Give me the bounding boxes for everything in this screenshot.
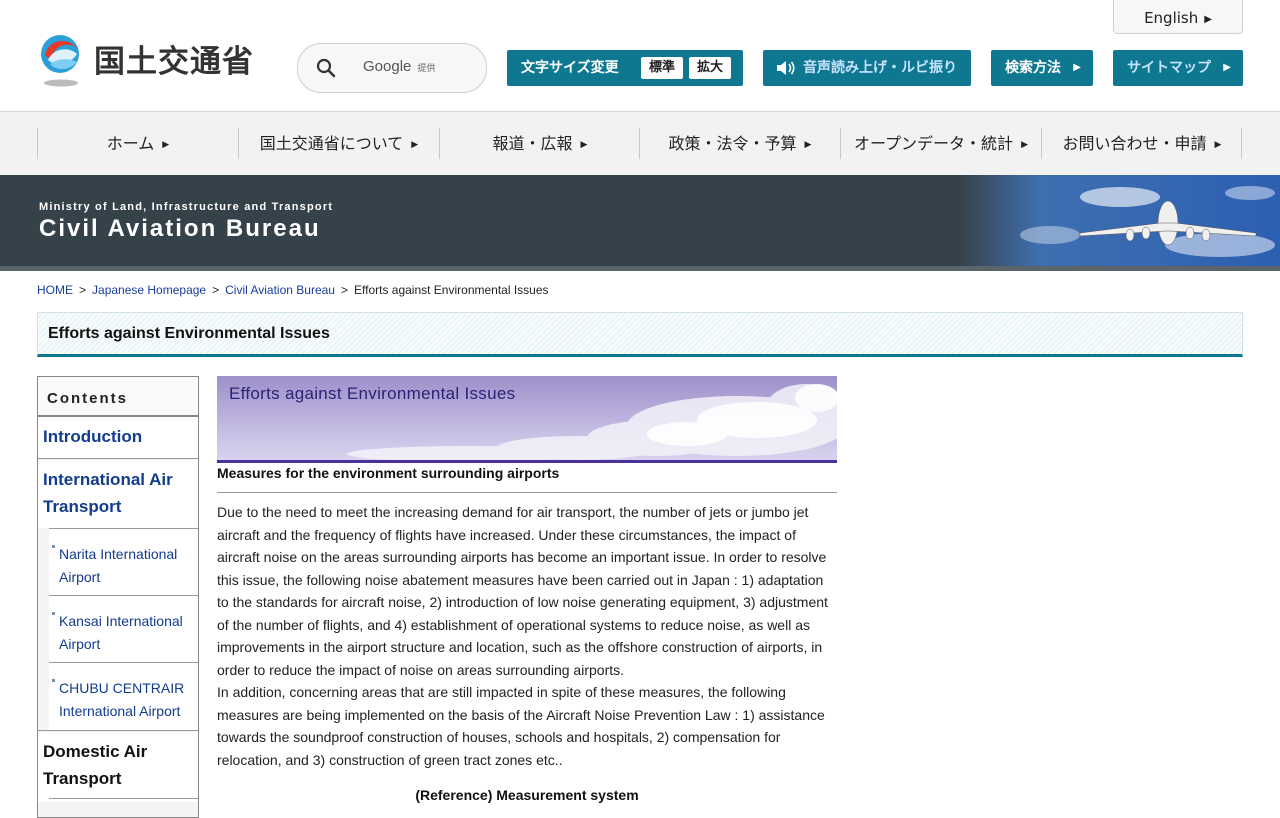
contents-heading-box: Contents [38, 377, 198, 417]
content-body: Due to the need to meet the increasing d… [217, 501, 833, 771]
google-search-box[interactable]: Google 提供 [297, 43, 487, 93]
content-heading: Measures for the environment surrounding… [217, 465, 560, 481]
search-method-button[interactable]: 検索方法 ▶ [991, 50, 1093, 86]
sidebar-link-domestic-air-transport[interactable]: Domestic Air Transport [43, 738, 193, 792]
mlit-emblem-icon [41, 35, 79, 87]
triangle-right-icon: ▶ [1204, 14, 1212, 25]
breadcrumb-current: Efforts against Environmental Issues [353, 283, 549, 297]
bullet-icon [52, 679, 55, 682]
site-header: 国土交通省 Google 提供 English ▶ 文字サイズ変更 標準 拡大 音声… [0, 0, 1280, 112]
nav-contact[interactable]: お問い合わせ・申請 ▶ [1041, 128, 1242, 159]
nav-press[interactable]: 報道・広報 ▶ [439, 128, 640, 159]
font-size-standard-button[interactable]: 標準 [641, 57, 684, 79]
sidebar-link-kansai[interactable]: Kansai International Airport [59, 610, 195, 656]
voice-reading-button[interactable]: 音声読み上げ・ルビ振り [763, 50, 971, 86]
sidebar-subitem: CHUBU CENTRAIR International Airport [49, 662, 198, 731]
sidebar-block-international: International Air Transport [38, 460, 198, 528]
paragraph-noise-measures: Due to the need to meet the increasing d… [217, 504, 828, 678]
cab-banner: Ministry of Land, Infrastructure and Tra… [0, 175, 1280, 266]
breadcrumb-home[interactable]: HOME [37, 283, 73, 297]
airplane-sky-image [960, 175, 1280, 266]
sidebar-subitem: Narita International Airport [49, 528, 198, 596]
triangle-right-icon: ▶ [162, 140, 170, 150]
nav-policy[interactable]: 政策・法令・予算 ▶ [639, 128, 840, 159]
nav-open-data[interactable]: オープンデータ・統計 ▶ [840, 128, 1041, 159]
sidebar-link-introduction[interactable]: Introduction [43, 423, 142, 450]
page-title-bar: Efforts against Environmental Issues [37, 312, 1243, 357]
font-size-control: 文字サイズ変更 標準 拡大 [507, 50, 743, 86]
sidebar-subitem: Kansai International Airport [49, 595, 198, 663]
triangle-right-icon: ▶ [1214, 140, 1222, 150]
page-title: Efforts against Environmental Issues [48, 325, 330, 342]
sidebar-link-chubu-centrair[interactable]: CHUBU CENTRAIR International Airport [59, 677, 195, 723]
contents-sidebar: Contents Introduction International Air … [37, 376, 199, 818]
logo-text: 国土交通省 [94, 44, 254, 80]
font-size-label: 文字サイズ変更 [521, 60, 619, 76]
search-icon [316, 58, 336, 78]
breadcrumb-civil-aviation-bureau[interactable]: Civil Aviation Bureau [225, 283, 335, 297]
sidebar-block-introduction: Introduction [38, 417, 198, 458]
bullet-icon [52, 545, 55, 548]
sidebar-link-narita[interactable]: Narita International Airport [59, 543, 195, 589]
sidebar-divider [38, 730, 198, 731]
triangle-right-icon: ▶ [580, 140, 588, 150]
content-banner-title: Efforts against Environmental Issues [229, 384, 516, 403]
triangle-right-icon: ▶ [411, 140, 419, 150]
bullet-icon [52, 612, 55, 615]
nav-about[interactable]: 国土交通省について ▶ [238, 128, 439, 159]
triangle-right-icon: ▶ [1021, 140, 1028, 150]
mlit-logo-link[interactable]: 国土交通省 [37, 34, 267, 88]
nav-home[interactable]: ホーム ▶ [37, 128, 238, 159]
breadcrumb: HOME > Japanese Homepage > Civil Aviation Bu… [37, 283, 549, 297]
nav-divider [1241, 128, 1242, 159]
content-divider [217, 492, 837, 493]
breadcrumb-japanese-homepage[interactable]: Japanese Homepage [92, 283, 206, 297]
banner-subtitle: Ministry of Land, Infrastructure and Tra… [39, 201, 334, 213]
sidebar-divider [49, 798, 198, 799]
triangle-right-icon: ▶ [804, 140, 812, 150]
google-search-label: Google 提供 [363, 58, 436, 75]
global-navigation: ホーム ▶ 国土交通省について ▶ 報道・広報 ▶ 政策・法令・予算 ▶ オープンデータ… [0, 112, 1280, 175]
environment-banner-image: Efforts against Environmental Issues [217, 376, 837, 463]
reference-heading: (Reference) Measurement system [415, 787, 639, 803]
english-link[interactable]: English ▶ [1113, 0, 1243, 34]
banner-bottom-bar [0, 266, 1280, 271]
banner-title: Civil Aviation Bureau [39, 215, 321, 242]
triangle-right-icon: ▶ [1223, 62, 1231, 73]
contents-heading: Contents [47, 390, 128, 407]
sitemap-button[interactable]: サイトマップ ▶ [1113, 50, 1243, 86]
sidebar-divider [38, 458, 198, 459]
sidebar-link-international-air-transport[interactable]: International Air Transport [43, 466, 193, 520]
triangle-right-icon: ▶ [1073, 62, 1081, 73]
font-size-large-button[interactable]: 拡大 [689, 57, 732, 79]
paragraph-noise-prevention-law: In addition, concerning areas that are s… [217, 684, 825, 768]
sidebar-block-domestic: Domestic Air Transport [38, 732, 198, 802]
speaker-icon [777, 61, 795, 75]
